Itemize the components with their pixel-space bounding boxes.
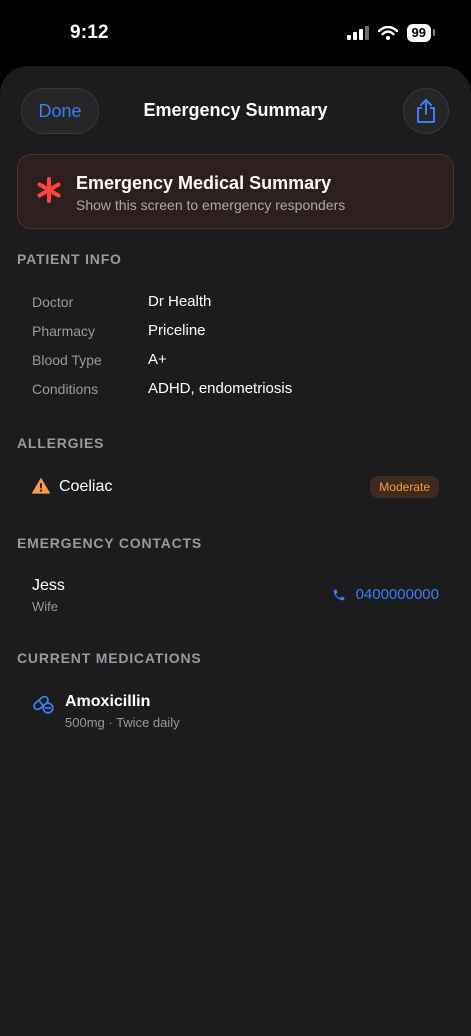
share-icon — [417, 99, 435, 123]
emergency-summary-sheet: Done Emergency Summary Emergency Medical… — [0, 66, 471, 1036]
info-value: Dr Health — [148, 293, 212, 310]
info-row-doctor: Doctor Dr Health — [32, 293, 452, 316]
banner-subtitle: Show this screen to emergency responders — [76, 197, 346, 213]
battery-indicator: 99 — [406, 24, 436, 42]
status-bar: 9:12 99 — [0, 0, 471, 66]
pill-icon — [33, 695, 54, 714]
emergency-banner: Emergency Medical Summary Show this scre… — [17, 154, 454, 229]
info-value: A+ — [148, 351, 167, 368]
severity-badge: Moderate — [370, 476, 439, 498]
contact-name: Jess — [32, 577, 65, 594]
info-row-pharmacy: Pharmacy Priceline — [32, 322, 452, 345]
info-row-blood-type: Blood Type A+ — [32, 351, 452, 374]
status-icons: 99 — [346, 24, 436, 42]
cellular-signal-icon — [346, 26, 369, 40]
patient-info-header: PATIENT INFO — [17, 251, 122, 267]
info-value: ADHD, endometriosis — [148, 380, 293, 397]
status-time: 9:12 — [70, 22, 109, 43]
contact-relation: Wife — [32, 599, 58, 614]
allergy-item[interactable]: Coeliac Moderate — [32, 476, 439, 502]
contact-phone-number: 0400000000 — [355, 586, 439, 603]
allergies-header: ALLERGIES — [17, 435, 105, 451]
wifi-icon — [377, 26, 398, 40]
allergy-name: Coeliac — [59, 478, 113, 495]
banner-title: Emergency Medical Summary — [76, 173, 332, 193]
phone-icon — [333, 589, 344, 600]
medical-asterisk-icon — [37, 177, 61, 203]
share-button[interactable] — [403, 88, 449, 134]
page-title: Emergency Summary — [143, 100, 328, 120]
contact-phone-link[interactable]: 0400000000 — [332, 586, 439, 603]
info-row-conditions: Conditions ADHD, endometriosis — [32, 380, 452, 403]
nav-bar: Done Emergency Summary — [0, 66, 471, 156]
medication-detail: 500mg · Twice daily — [65, 715, 180, 730]
warning-icon — [32, 478, 50, 494]
medication-name: Amoxicillin — [65, 693, 151, 710]
info-label: Pharmacy — [32, 323, 96, 339]
info-label: Conditions — [32, 381, 99, 397]
info-label: Blood Type — [32, 352, 102, 368]
info-label: Doctor — [32, 294, 74, 310]
info-value: Priceline — [148, 322, 206, 339]
current-medications-header: CURRENT MEDICATIONS — [17, 650, 202, 666]
emergency-contacts-header: EMERGENCY CONTACTS — [17, 535, 203, 551]
